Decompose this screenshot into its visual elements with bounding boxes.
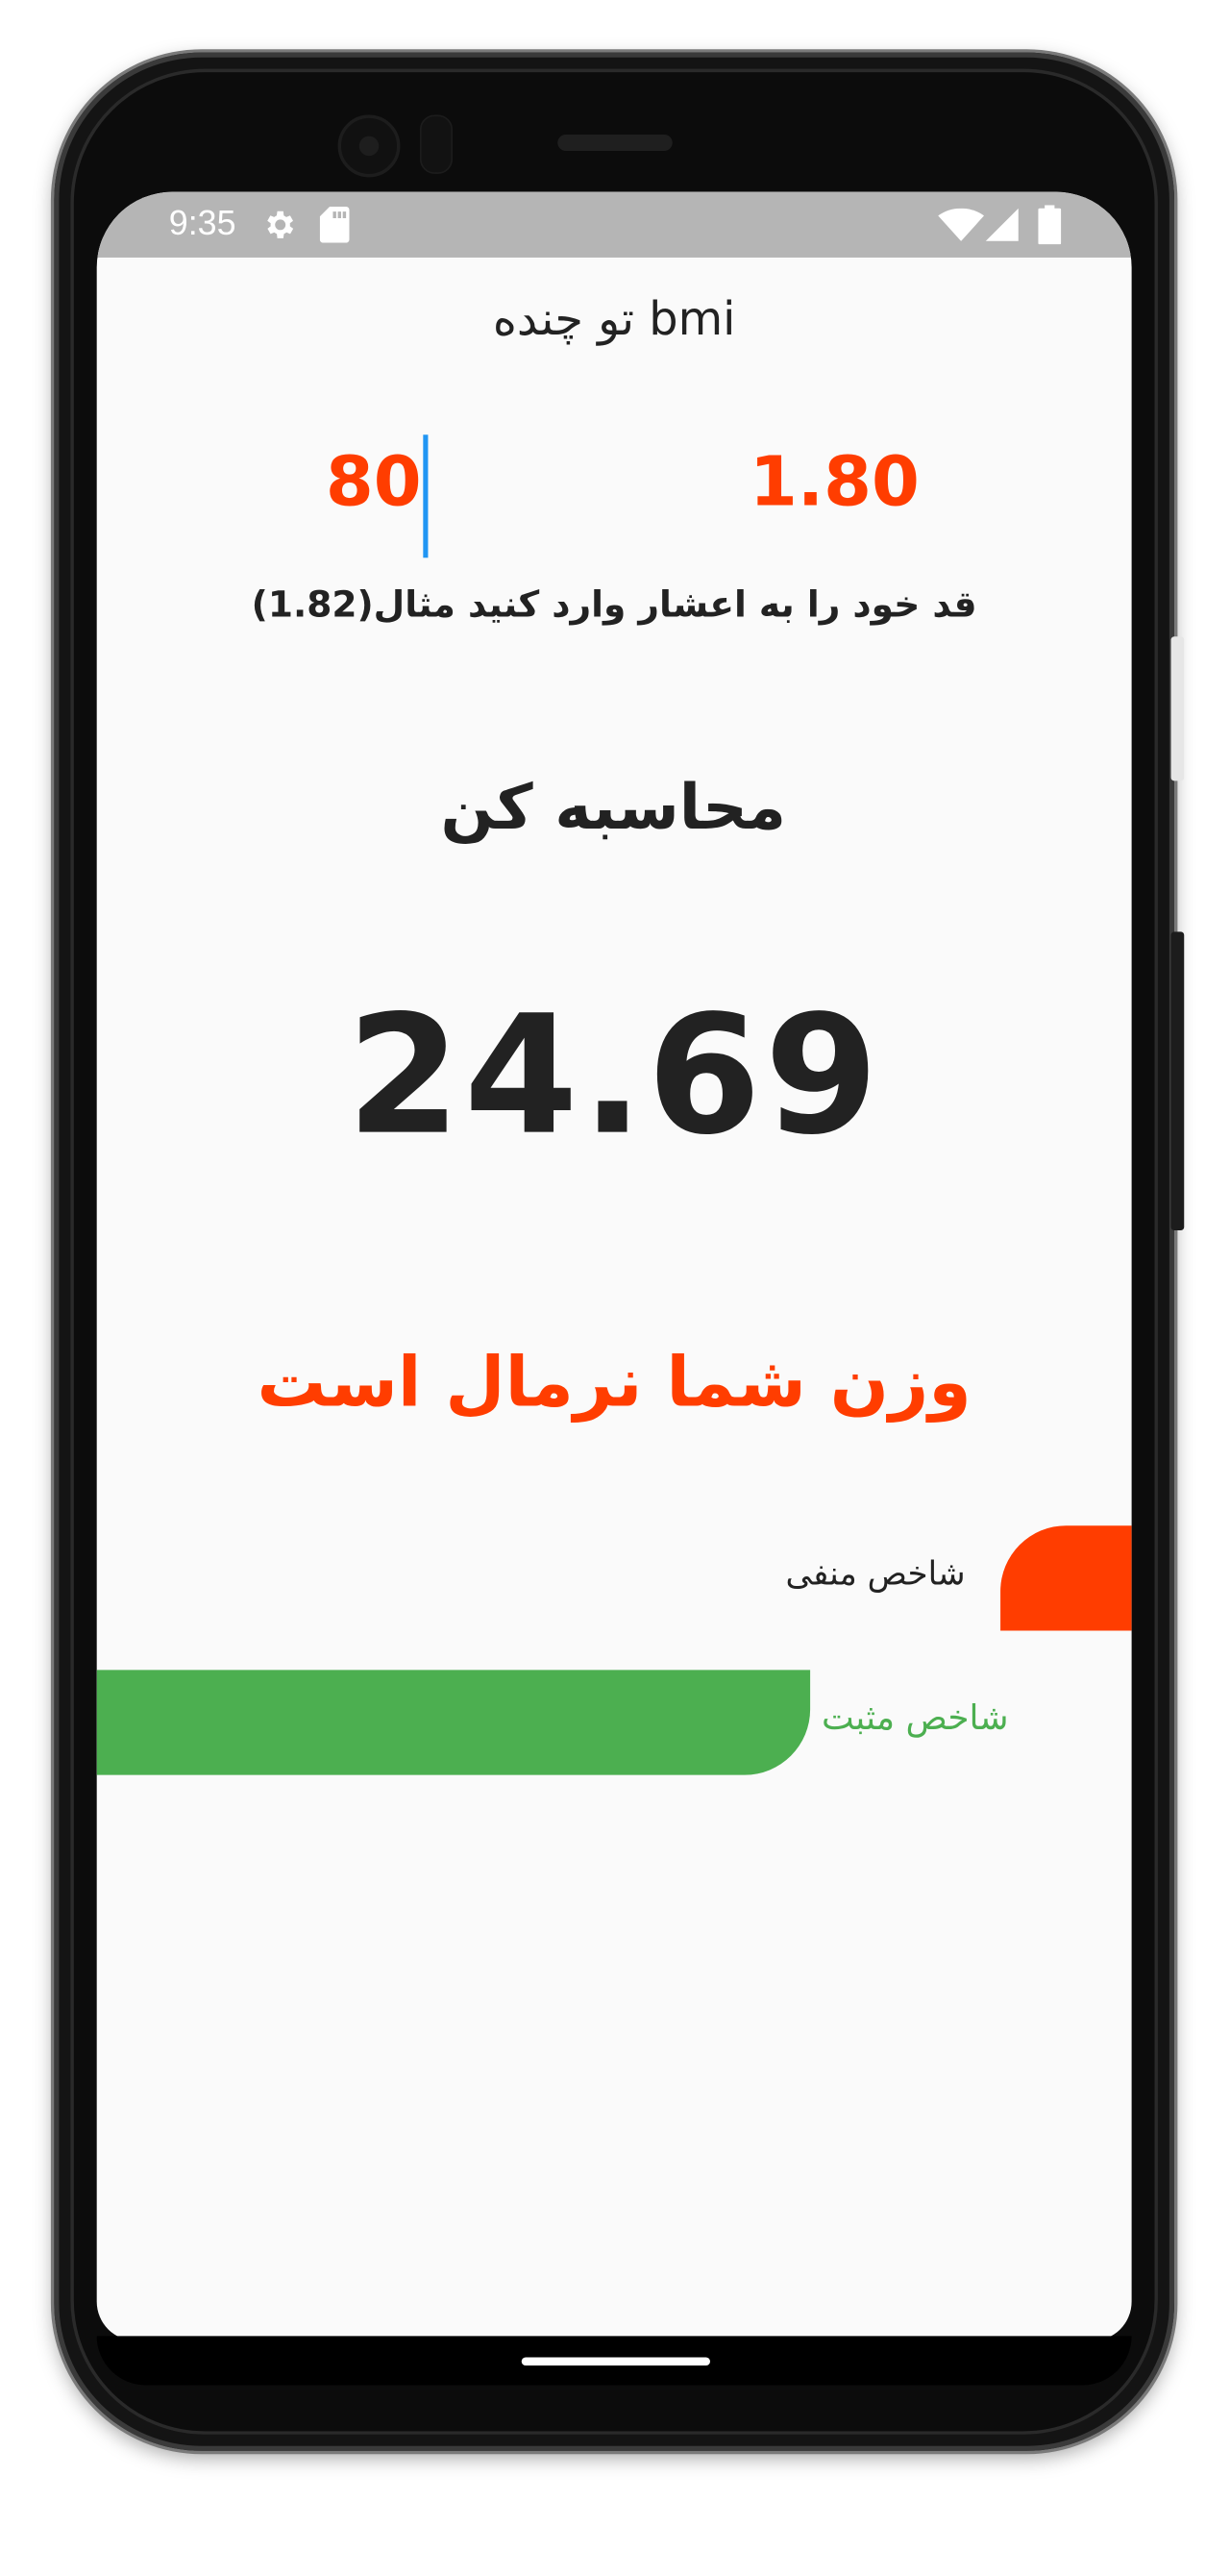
signal-icon	[985, 208, 1019, 241]
bmi-result: 24.69	[346, 978, 882, 1172]
wifi-icon	[938, 208, 985, 241]
calculate-button[interactable]: محاسبه کن	[392, 757, 835, 855]
earpiece-speaker	[557, 134, 673, 152]
app-screen: 9:35 bmi تو چنده 80 1.80 قد خود را به اع…	[96, 191, 1132, 2341]
status-time: 9:35	[168, 205, 236, 243]
weight-status-message: وزن شما نرمال است	[257, 1342, 972, 1423]
negative-indicator-label: شاخص منفی	[785, 1553, 966, 1594]
volume-button	[1170, 636, 1185, 781]
positive-indicator-bar	[96, 1670, 811, 1775]
height-hint: قد خود را به اعشار وارد کنید مثال(1.82)	[251, 585, 977, 627]
status-bar: 9:35	[96, 191, 1132, 258]
power-button	[1170, 931, 1185, 1231]
weight-input[interactable]: 80	[258, 441, 422, 522]
front-camera-icon	[337, 114, 401, 178]
positive-indicator-label: شاخص مثبت	[822, 1697, 1009, 1738]
home-gesture-handle[interactable]	[521, 2357, 711, 2366]
proximity-sensor	[419, 114, 454, 174]
device-mockup: 9:35 bmi تو چنده 80 1.80 قد خود را به اع…	[0, 0, 1230, 2576]
sd-card-icon	[319, 207, 350, 243]
settings-icon	[267, 211, 294, 238]
battery-icon	[1038, 205, 1062, 245]
negative-indicator-bar	[1000, 1525, 1132, 1631]
app-title: bmi تو چنده	[492, 291, 736, 347]
height-input[interactable]: 1.80	[750, 441, 920, 522]
text-cursor	[423, 434, 429, 558]
